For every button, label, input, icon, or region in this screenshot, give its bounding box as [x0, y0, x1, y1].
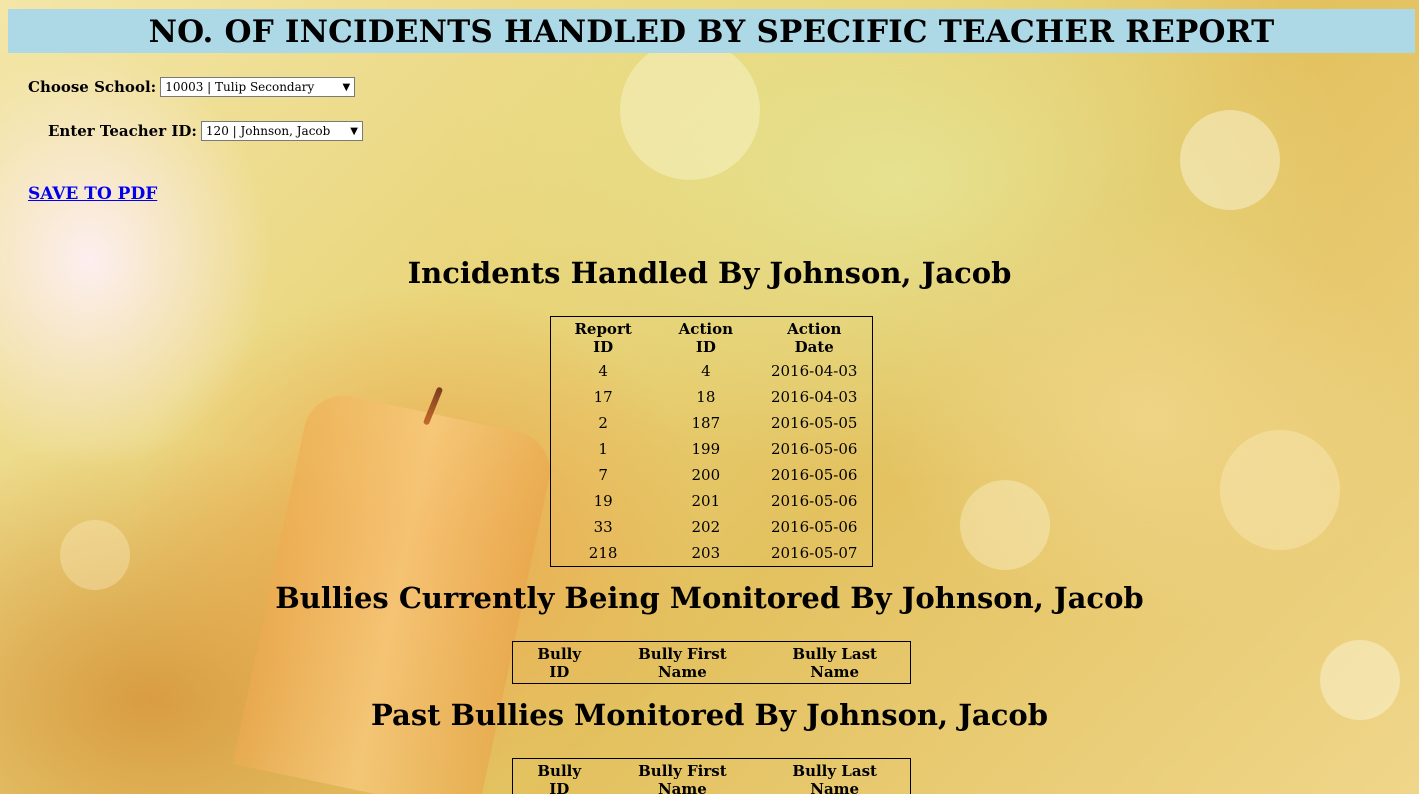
report-id-cell: 1	[598, 440, 608, 458]
column-header: Bully Last Name	[792, 762, 877, 794]
incidents-title: Incidents Handled By Johnson, Jacob	[407, 256, 1012, 290]
table-header-row: Report ID Action ID Action Date	[551, 317, 872, 358]
dropdown-arrow-icon: ▼	[342, 81, 351, 93]
action-id-cell: 200	[691, 466, 721, 484]
table-row: 218 203 2016-05-07	[551, 540, 872, 566]
report-id-cell: 2	[598, 414, 608, 432]
current-bullies-table: Bully ID Bully First Name Bully Last Nam…	[512, 641, 911, 684]
table-header-row: Bully ID Bully First Name Bully Last Nam…	[513, 642, 910, 683]
column-header: Bully Last Name	[792, 645, 877, 681]
action-id-cell: 18	[696, 388, 716, 406]
table-row: 7 200 2016-05-06	[551, 462, 872, 488]
background-bokeh	[620, 40, 760, 180]
action-date-cell: 2016-05-06	[770, 440, 858, 458]
report-id-cell: 19	[593, 492, 613, 510]
save-to-pdf-link[interactable]: SAVE TO PDF	[28, 184, 157, 204]
table-header-row: Bully ID Bully First Name Bully Last Nam…	[513, 759, 910, 794]
action-date-cell: 2016-05-07	[770, 544, 858, 562]
column-header: Bully ID	[537, 762, 582, 794]
column-header: Bully First Name	[638, 762, 727, 794]
action-id-cell: 203	[691, 544, 721, 562]
column-header: Action Date	[787, 320, 842, 356]
table-row: 33 202 2016-05-06	[551, 514, 872, 540]
report-id-cell: 17	[593, 388, 613, 406]
page-title: NO. OF INCIDENTS HANDLED BY SPECIFIC TEA…	[8, 9, 1415, 53]
action-date-cell: 2016-05-05	[770, 414, 858, 432]
report-id-cell: 218	[588, 544, 618, 562]
report-id-cell: 33	[593, 518, 613, 536]
action-id-cell: 201	[691, 492, 721, 510]
column-header: Report ID	[574, 320, 632, 356]
background-bokeh	[960, 480, 1050, 570]
report-id-cell: 7	[598, 466, 608, 484]
action-date-cell: 2016-04-03	[770, 362, 858, 380]
table-row: 1 199 2016-05-06	[551, 436, 872, 462]
action-id-cell: 4	[701, 362, 711, 380]
dropdown-arrow-icon: ▼	[350, 125, 358, 137]
action-id-cell: 202	[691, 518, 721, 536]
table-row: 19 201 2016-05-06	[551, 488, 872, 514]
column-header: Bully ID	[537, 645, 582, 681]
action-date-cell: 2016-05-06	[770, 466, 858, 484]
column-header: Action ID	[678, 320, 733, 356]
table-row: 17 18 2016-04-03	[551, 384, 872, 410]
table-row: 2 187 2016-05-05	[551, 410, 872, 436]
school-select[interactable]: 10003 | Tulip Secondary ▼	[160, 77, 356, 97]
teacher-select[interactable]: 120 | Johnson, Jacob ▼	[200, 121, 363, 141]
teacher-select-value: 120 | Johnson, Jacob	[205, 124, 331, 138]
background-bokeh	[1180, 110, 1280, 210]
school-select-value: 10003 | Tulip Secondary	[165, 80, 315, 94]
school-label: Choose School:	[28, 78, 157, 96]
school-filter: Choose School: 10003 | Tulip Secondary ▼	[28, 77, 356, 97]
action-id-cell: 199	[691, 440, 721, 458]
column-header: Bully First Name	[638, 645, 727, 681]
background-candle-wick	[422, 386, 444, 426]
action-id-cell: 187	[691, 414, 721, 432]
past-bullies-table: Bully ID Bully First Name Bully Last Nam…	[512, 758, 911, 794]
table-row: 4 4 2016-04-03	[551, 358, 872, 384]
past-bullies-title: Past Bullies Monitored By Johnson, Jacob	[371, 698, 1048, 732]
teacher-filter: Enter Teacher ID: 120 | Johnson, Jacob ▼	[48, 121, 363, 141]
action-date-cell: 2016-05-06	[770, 518, 858, 536]
report-id-cell: 4	[598, 362, 608, 380]
background-bokeh	[60, 520, 130, 590]
background-bokeh	[1220, 430, 1340, 550]
action-date-cell: 2016-04-03	[770, 388, 858, 406]
incidents-table: Report ID Action ID Action Date 4 4 2016…	[550, 316, 873, 567]
current-bullies-title: Bullies Currently Being Monitored By Joh…	[275, 581, 1144, 615]
action-date-cell: 2016-05-06	[770, 492, 858, 510]
teacher-label: Enter Teacher ID:	[48, 122, 197, 140]
